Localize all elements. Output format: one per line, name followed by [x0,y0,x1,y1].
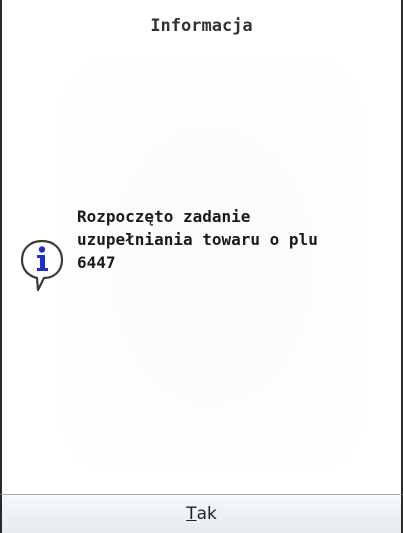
bottom-button-bar: Tak [0,494,403,533]
dialog-title: Informacja [150,16,253,36]
yes-button[interactable]: Tak [2,495,401,533]
yes-button-accelerator: T [186,504,197,524]
dialog-window: Informacja Rozpoczęto zadanie uzupełnian… [0,0,403,533]
info-icon [20,239,64,292]
dialog-message: Rozpoczęto zadanie uzupełniania towaru o… [77,207,318,272]
yes-button-label: ak [196,504,217,524]
